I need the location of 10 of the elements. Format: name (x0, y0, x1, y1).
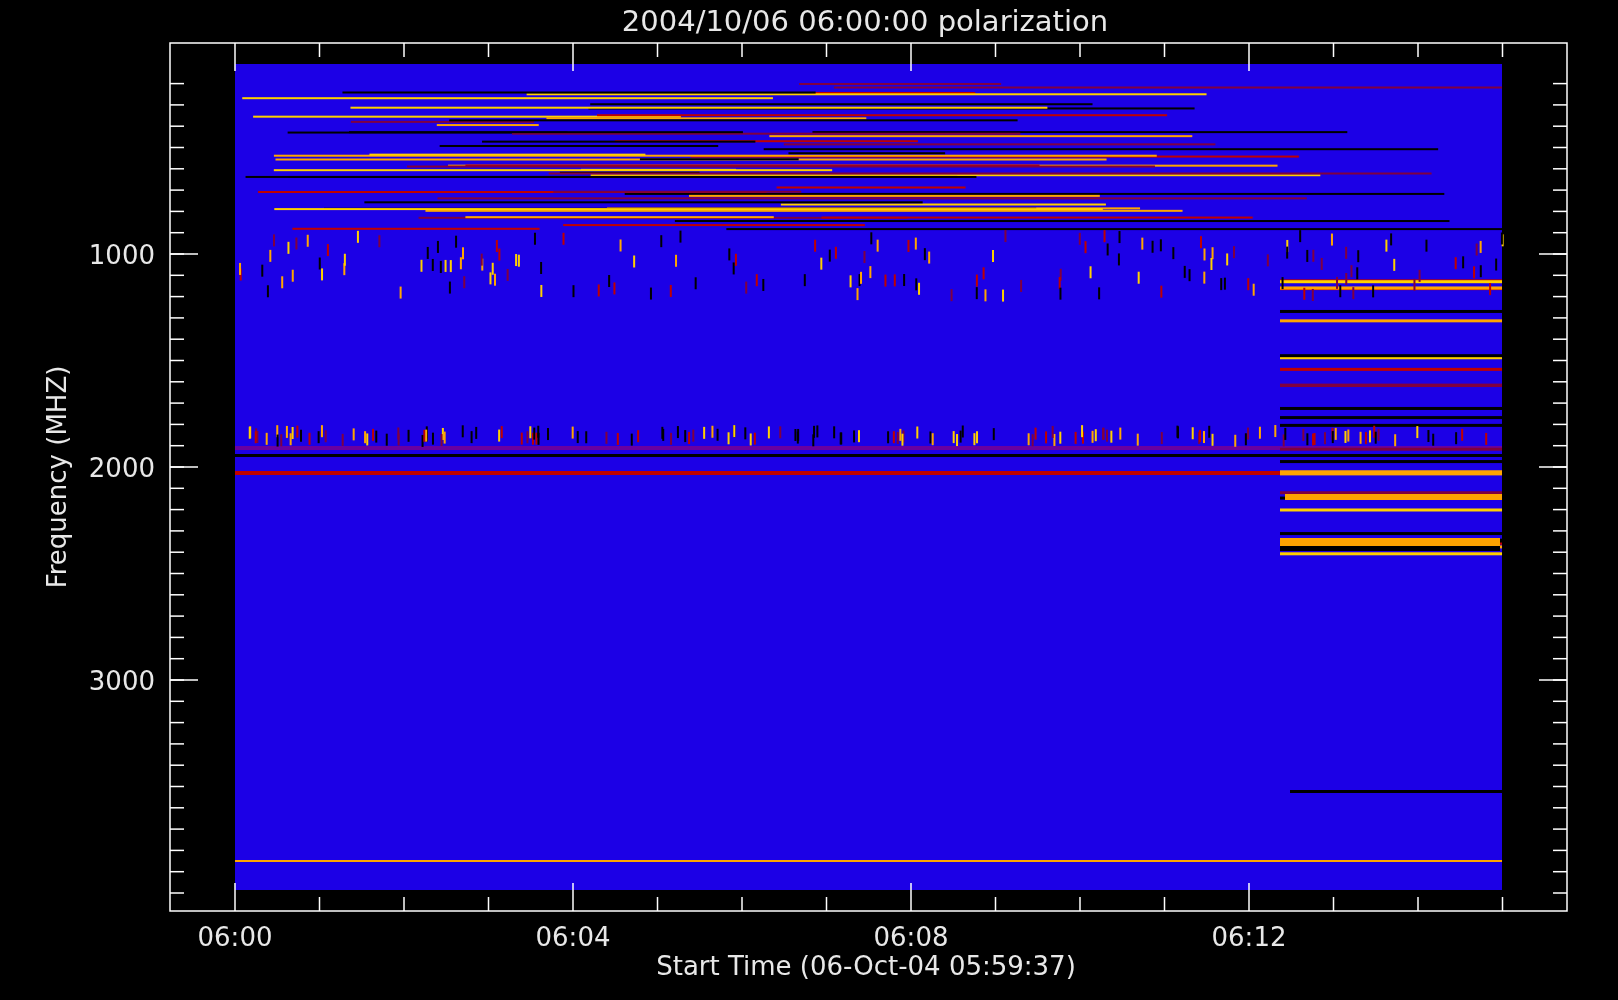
chart-title: 2004/10/06 06:00:00 polarization (621, 4, 1109, 38)
y-tick-label: 1000 (88, 240, 155, 270)
x-tick-label: 06:12 (1211, 922, 1287, 952)
y-axis-label: Frequency (MHZ) (42, 365, 72, 589)
x-axis-label: Start Time (06-Oct-04 05:59:37) (656, 951, 1076, 981)
x-tick-label: 06:04 (535, 922, 611, 952)
x-tick-label: 06:00 (197, 922, 273, 952)
y-tick-label: 3000 (88, 666, 155, 696)
y-tick-label: 2000 (88, 453, 155, 483)
x-tick-label: 06:08 (873, 922, 949, 952)
